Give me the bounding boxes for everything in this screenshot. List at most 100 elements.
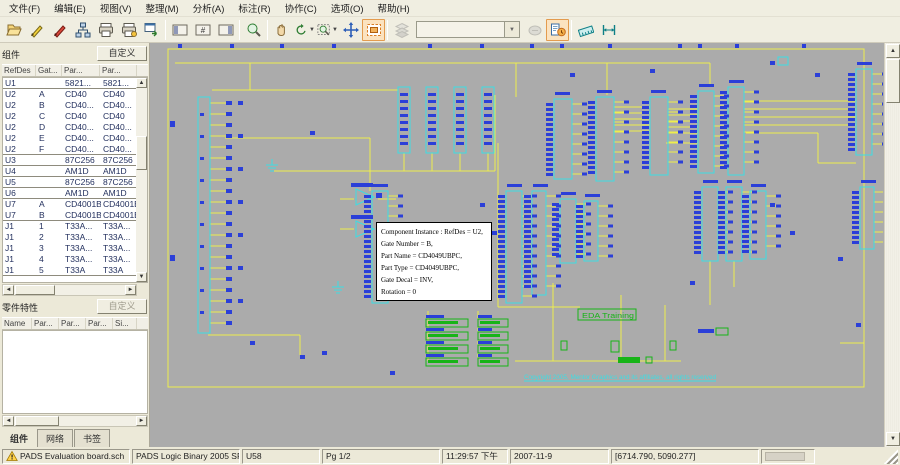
tab-bookmarks[interactable]: 书签 (74, 429, 110, 447)
menu-edit[interactable]: 编辑(E) (47, 0, 93, 17)
toolbar-separator (239, 20, 240, 40)
zoom-button[interactable] (242, 19, 265, 41)
open-folder-icon (6, 22, 22, 38)
zoom-window-button[interactable]: ▼ (316, 19, 339, 41)
dimension-button[interactable] (597, 19, 620, 41)
scroll-right-arrow[interactable]: ► (136, 416, 147, 426)
column-header[interactable]: Par... (86, 318, 113, 329)
sheet-number-button[interactable]: # (191, 19, 214, 41)
component-row[interactable]: U15821...5821... (3, 78, 138, 89)
menu-arrange[interactable]: 整理(M) (138, 0, 185, 17)
cell: U1 (3, 78, 37, 88)
properties-hscrollbar[interactable]: ◄ ► (2, 415, 148, 427)
components-customize-button[interactable]: 自定义 (97, 46, 147, 61)
component-row[interactable]: U6AM1DAM1D (3, 188, 138, 199)
properties-panel-title: 零件特性 (2, 301, 38, 314)
fit-view-button[interactable] (339, 19, 362, 41)
components-hscrollbar[interactable]: ◄ ► (2, 284, 137, 296)
hierarchy-button[interactable] (71, 19, 94, 41)
scroll-left-arrow[interactable]: ◄ (3, 416, 14, 426)
cell: 5821... (101, 78, 138, 88)
scroll-up-arrow[interactable]: ▲ (886, 44, 900, 58)
resize-grip[interactable] (884, 449, 898, 464)
vscroll-thumb[interactable] (886, 59, 900, 103)
column-header[interactable]: Par... (59, 318, 86, 329)
tab-components[interactable]: 组件 (2, 430, 36, 447)
menu-view[interactable]: 视图(V) (93, 0, 139, 17)
cell: J1 (3, 265, 37, 275)
menu-collaborate[interactable]: 协作(C) (278, 0, 324, 17)
scroll-up-arrow[interactable]: ▲ (136, 78, 147, 88)
component-row[interactable]: U2BCD40...CD40... (3, 100, 138, 111)
cell: AM1D (63, 188, 101, 198)
properties-customize-button[interactable]: 自定义 (97, 299, 147, 314)
component-row[interactable]: J14T33A...T33A... (3, 254, 138, 265)
menu-options[interactable]: 选项(O) (324, 0, 371, 17)
markup-pencil-button[interactable] (25, 19, 48, 41)
component-row[interactable]: U7ACD4001BCD4001B (3, 199, 138, 210)
scroll-right-arrow[interactable]: ► (125, 285, 136, 295)
component-row[interactable]: J11T33A...T33A... (3, 221, 138, 232)
schematic-canvas[interactable]: EDA TrainingCopyright 2005, Mentor Graph… (150, 43, 884, 447)
menu-analysis[interactable]: 分析(A) (186, 0, 232, 17)
column-header[interactable]: Par... (62, 65, 100, 76)
component-row[interactable]: U387C25687C256 (3, 155, 138, 166)
component-row[interactable]: J15T33AT33A (3, 265, 138, 276)
component-row[interactable]: J13T33A...T33A... (3, 243, 138, 254)
column-header[interactable]: Par... (100, 65, 137, 76)
pan-hand-button[interactable] (270, 19, 293, 41)
schematic-drawing: EDA TrainingCopyright 2005, Mentor Graph… (150, 43, 883, 447)
component-row[interactable]: U2FCD40...CD40... (3, 144, 138, 155)
vscroll-track[interactable] (136, 88, 147, 272)
sheet-combobox[interactable]: ▼ (416, 21, 520, 38)
column-header[interactable]: Name (2, 318, 32, 329)
canvas-vscrollbar[interactable]: ▲ ▼ (884, 43, 900, 447)
rotate-view-button[interactable]: ▼ (293, 19, 316, 41)
cell: T33A... (63, 243, 101, 254)
component-row[interactable]: U2DCD40...CD40... (3, 122, 138, 133)
cell: CD40... (63, 144, 101, 154)
component-row[interactable]: U2ACD40CD40 (3, 89, 138, 100)
properties-table[interactable] (2, 330, 148, 414)
component-row[interactable]: J12T33A...T33A... (3, 232, 138, 243)
component-row[interactable]: U2ECD40...CD40... (3, 133, 138, 144)
first-sheet-button[interactable] (168, 19, 191, 41)
column-header[interactable]: Gat... (36, 65, 62, 76)
select-region-button[interactable] (362, 19, 385, 41)
components-table[interactable]: U15821...5821...U2ACD40CD40U2BCD40...CD4… (2, 77, 148, 283)
print-button[interactable] (94, 19, 117, 41)
print-region-button[interactable] (117, 19, 140, 41)
open-file-button[interactable] (2, 19, 25, 41)
column-header[interactable]: RefDes (2, 65, 36, 76)
component-row[interactable]: U2CCD40CD40 (3, 111, 138, 122)
column-header[interactable]: Si... (113, 318, 137, 329)
component-row[interactable]: U7BCD4001BCD4001B (3, 210, 138, 221)
menu-help[interactable]: 帮助(H) (371, 0, 417, 17)
next-sheet-button[interactable] (214, 19, 237, 41)
layers-button[interactable] (390, 19, 413, 41)
hierarchy-icon (75, 22, 91, 38)
component-row[interactable]: U587C25687C256 (3, 177, 138, 188)
cell (37, 188, 63, 198)
vscroll-thumb[interactable] (136, 136, 147, 170)
scroll-down-arrow[interactable]: ▼ (886, 432, 900, 446)
printer-star-icon (121, 22, 137, 38)
scroll-left-arrow[interactable]: ◄ (3, 285, 14, 295)
tab-nets[interactable]: 网络 (37, 429, 73, 447)
hscroll-thumb[interactable] (15, 285, 55, 295)
menu-file[interactable]: 文件(F) (2, 0, 47, 17)
cell: CD40 (101, 111, 138, 122)
highlight-button[interactable] (523, 19, 546, 41)
hscroll-thumb[interactable] (15, 416, 59, 426)
hand-icon (274, 22, 290, 38)
redline-pencil-button[interactable] (48, 19, 71, 41)
query-button[interactable] (546, 19, 569, 41)
menu-markup[interactable]: 标注(R) (231, 0, 277, 17)
export-view-button[interactable] (140, 19, 163, 41)
column-header[interactable]: Par... (32, 318, 59, 329)
chevron-down-icon: ▼ (504, 22, 519, 37)
cell: B (37, 100, 63, 111)
component-row[interactable]: U4AM1DAM1D (3, 166, 138, 177)
scroll-down-arrow[interactable]: ▼ (136, 272, 147, 282)
measure-button[interactable] (574, 19, 597, 41)
